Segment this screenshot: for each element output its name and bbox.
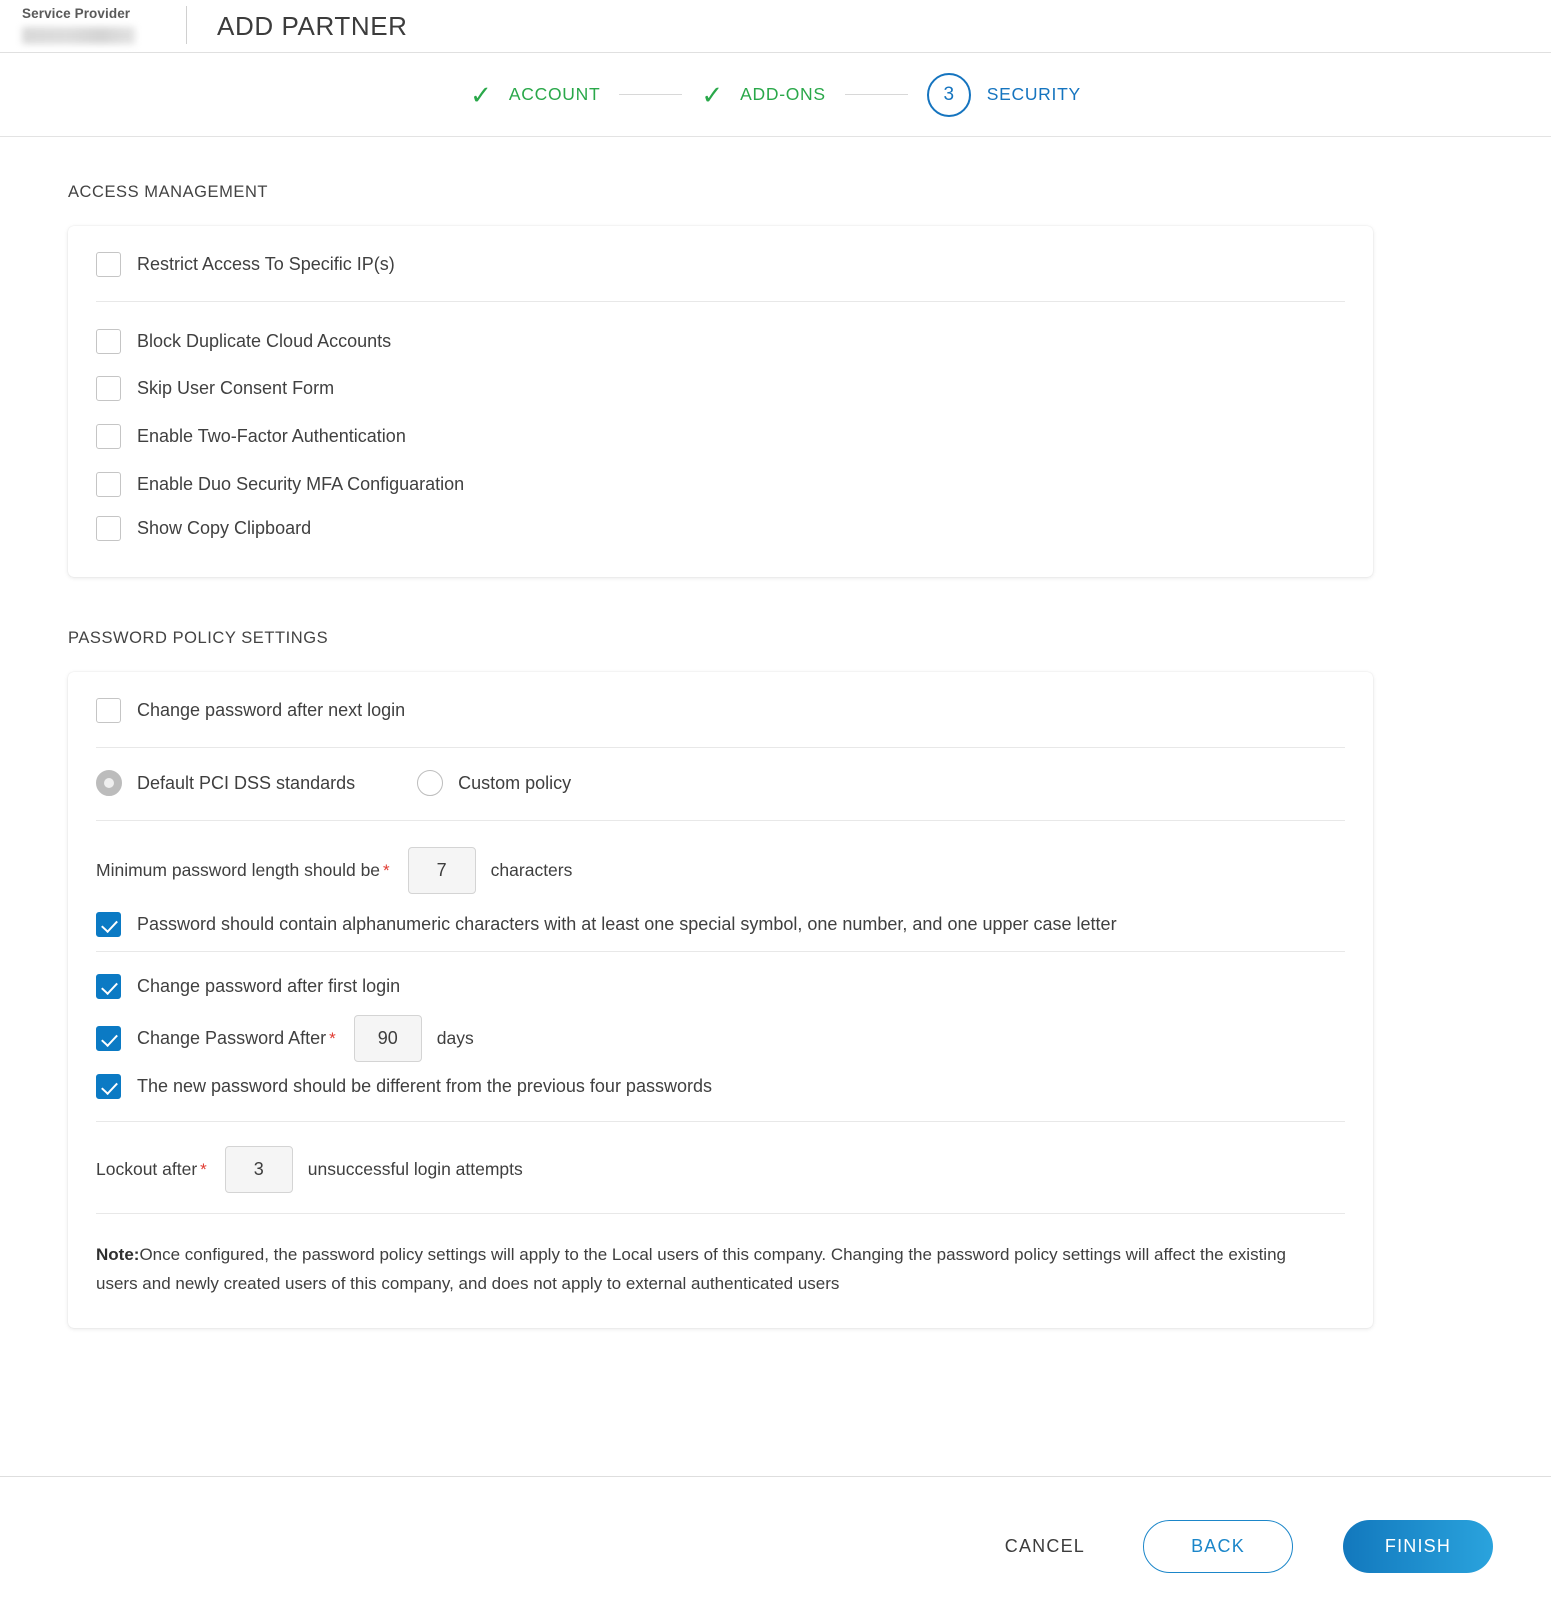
password-policy-title: PASSWORD POLICY SETTINGS <box>68 629 329 647</box>
access-management-title: ACCESS MANAGEMENT <box>68 183 269 201</box>
back-button[interactable]: BACK <box>1143 1519 1293 1573</box>
access-management-card: Restrict Access To Specific IP(s) Block … <box>68 226 1373 577</box>
checkbox-restrict-ip[interactable] <box>96 252 121 277</box>
check-icon: ✓ <box>470 79 492 110</box>
checkbox-label-change-password-after: Change Password After <box>137 1028 327 1048</box>
password-policy-note: Note:Once configured, the password polic… <box>96 1214 1318 1328</box>
step-connector-2 <box>844 94 908 95</box>
checkbox-label-duo-mfa: Enable Duo Security MFA Configuaration <box>137 473 465 494</box>
checkbox-change-password-after-first-login[interactable] <box>96 974 121 999</box>
checkbox-different-from-previous-four[interactable] <box>96 1074 121 1099</box>
checkbox-row-duo-mfa[interactable]: Enable Duo Security MFA Configuaration <box>96 460 1345 508</box>
service-provider-name-redacted <box>22 27 135 45</box>
step-security-label: SECURITY <box>986 84 1081 104</box>
checkbox-row-alphanumeric[interactable]: Password should contain alphanumeric cha… <box>96 904 1345 951</box>
checkbox-label-alphanumeric: Password should contain alphanumeric cha… <box>137 914 1117 934</box>
min-password-length-suffix: characters <box>490 860 573 880</box>
checkbox-row-change-after-first-login[interactable]: Change password after first login <box>96 952 1345 1009</box>
checkbox-row-change-password-after-days[interactable]: Change Password After * days <box>96 1009 1345 1068</box>
checkbox-row-skip-consent[interactable]: Skip User Consent Form <box>96 364 1345 412</box>
radio-custom-policy[interactable] <box>417 770 444 796</box>
radio-label-custom-policy: Custom policy <box>458 772 572 793</box>
checkbox-label-block-duplicate: Block Duplicate Cloud Accounts <box>137 331 392 351</box>
checkbox-show-copy-clipboard[interactable] <box>96 516 121 541</box>
checkbox-label-change-after-next-login: Change password after next login <box>137 700 406 720</box>
required-asterisk: * <box>329 1028 336 1048</box>
checkbox-label-change-after-first-login: Change password after first login <box>137 976 401 996</box>
service-provider-label: Service Provider <box>22 6 131 21</box>
checkbox-label-different-from-previous: The new password should be different fro… <box>137 1076 712 1096</box>
checkbox-password-alphanumeric[interactable] <box>96 912 121 937</box>
lockout-attempts-input[interactable] <box>224 1146 293 1193</box>
note-text: Once configured, the password policy set… <box>96 1245 1286 1294</box>
checkbox-row-block-duplicate[interactable]: Block Duplicate Cloud Accounts <box>96 302 1345 364</box>
change-password-after-suffix: days <box>436 1028 474 1048</box>
password-policy-card: Change password after next login Default… <box>68 672 1373 1329</box>
checkbox-row-copy-clipboard[interactable]: Show Copy Clipboard <box>96 508 1345 577</box>
checkbox-label-two-factor: Enable Two-Factor Authentication <box>137 425 406 446</box>
step-number-badge: 3 <box>926 72 971 117</box>
checkbox-label-restrict-ip: Restrict Access To Specific IP(s) <box>137 254 395 274</box>
step-add-ons[interactable]: ✓ ADD-ONS <box>701 82 825 108</box>
radio-label-default-pci-dss: Default PCI DSS standards <box>137 772 356 793</box>
finish-button[interactable]: FINISH <box>1343 1519 1493 1573</box>
wizard-stepper: ✓ ACCOUNT ✓ ADD-ONS 3 SECURITY <box>0 53 1551 137</box>
checkbox-change-password-after-next-login[interactable] <box>96 698 121 723</box>
step-connector-1 <box>619 94 683 95</box>
checkbox-row-different-from-previous[interactable]: The new password should be different fro… <box>96 1068 1345 1121</box>
required-asterisk: * <box>200 1159 207 1179</box>
checkbox-enable-duo-security-mfa[interactable] <box>96 471 121 497</box>
check-icon: ✓ <box>701 79 724 110</box>
change-password-after-days-input[interactable] <box>353 1015 422 1062</box>
policy-mode-radio-group[interactable]: Default PCI DSS standards Custom policy <box>96 748 1345 820</box>
checkbox-change-password-after[interactable] <box>96 1026 121 1051</box>
step-account-label: ACCOUNT <box>508 84 601 104</box>
step-account[interactable]: ✓ ACCOUNT <box>470 82 600 108</box>
lockout-row: Lockout after * unsuccessful login attem… <box>96 1122 1345 1213</box>
cancel-button[interactable]: CANCEL <box>987 1524 1103 1569</box>
checkbox-label-copy-clipboard: Show Copy Clipboard <box>137 518 312 538</box>
step-add-ons-label: ADD-ONS <box>740 84 826 104</box>
note-prefix: Note: <box>96 1245 140 1264</box>
min-password-length-input[interactable] <box>407 847 476 894</box>
checkbox-row-change-after-next-login[interactable]: Change password after next login <box>96 672 1345 747</box>
page-title: ADD PARTNER <box>217 10 408 41</box>
min-password-length-row: Minimum password length should be * char… <box>96 821 1345 904</box>
radio-default-pci-dss[interactable] <box>96 770 122 796</box>
checkbox-label-skip-consent: Skip User Consent Form <box>137 377 335 398</box>
form-scroll-area[interactable]: ACCESS MANAGEMENT Restrict Access To Spe… <box>0 138 1551 1476</box>
min-password-length-label: Minimum password length should be <box>96 860 381 880</box>
step-security[interactable]: 3 SECURITY <box>926 72 1081 117</box>
required-asterisk: * <box>383 860 390 880</box>
service-provider-block[interactable]: Service Provider <box>0 0 186 52</box>
checkbox-skip-user-consent-form[interactable] <box>96 375 121 401</box>
lockout-label: Lockout after <box>96 1159 198 1179</box>
lockout-suffix: unsuccessful login attempts <box>307 1159 523 1179</box>
checkbox-row-restrict-ip[interactable]: Restrict Access To Specific IP(s) <box>96 226 1345 301</box>
checkbox-enable-two-factor-authentication[interactable] <box>96 423 121 449</box>
checkbox-block-duplicate-cloud-accounts[interactable] <box>96 329 121 354</box>
wizard-footer: CANCEL BACK FINISH <box>0 1476 1551 1615</box>
top-bar: Service Provider ADD PARTNER <box>0 0 1551 53</box>
checkbox-row-two-factor[interactable]: Enable Two-Factor Authentication <box>96 412 1345 460</box>
